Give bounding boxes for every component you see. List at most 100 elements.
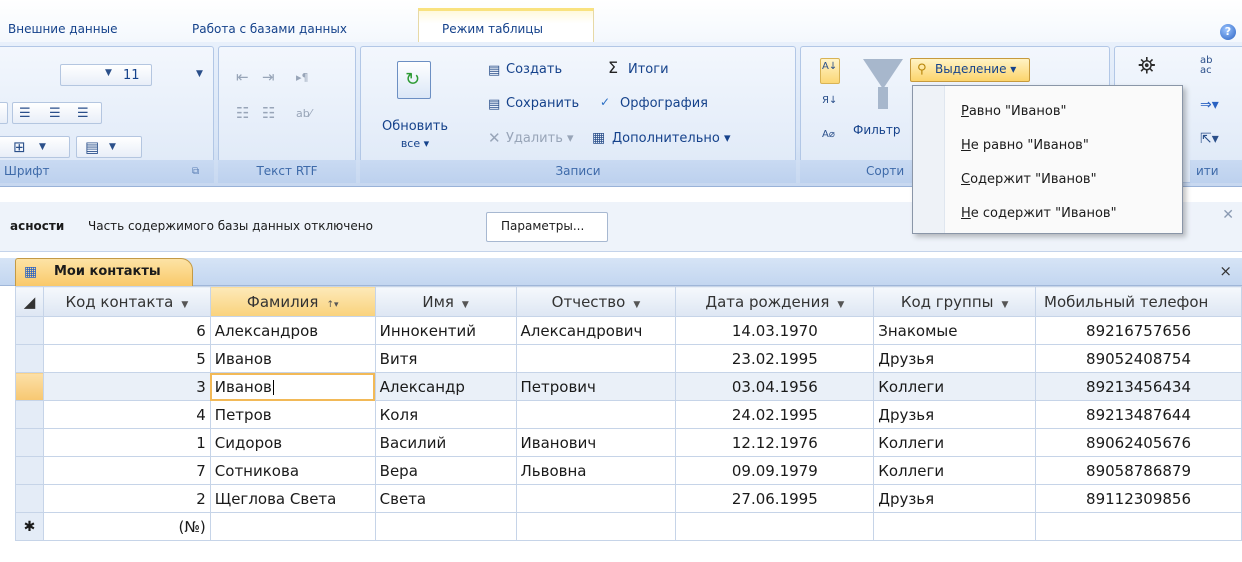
chevron-down-icon[interactable]: ▼ [181,300,188,310]
menu-item-equals[interactable]: Равно "Иванов" [961,104,1066,119]
cell-middle-name[interactable] [515,484,677,513]
menu-item-not-equals[interactable]: Не равно "Иванов" [961,138,1089,153]
chevron-down-icon[interactable]: ▼ [1002,300,1009,310]
cell-id[interactable]: 2 [42,484,211,513]
cell-phone[interactable]: 89213456434 [1035,372,1242,401]
numbered-list-icon[interactable]: ☷ [236,106,249,121]
cell-middle-name[interactable] [515,400,677,429]
chevron-down-icon[interactable]: ▼ [462,300,469,310]
cell-dob[interactable]: 23.02.1995 [675,344,875,373]
column-header-dob[interactable]: Дата рождения ▼ [675,286,875,317]
cell-middle-name[interactable] [515,512,677,541]
bulleted-list-icon[interactable]: ☷ [262,106,275,121]
cell-last-name[interactable]: Сотникова [209,456,376,485]
tab-external-data[interactable]: Внешние данные [8,22,117,42]
column-header-id[interactable]: Код контакта ▼ [42,286,211,317]
highlight-icon[interactable]: ab⁄ [296,108,312,119]
tab-datasheet[interactable]: Режим таблицы [442,22,543,42]
cell-last-name[interactable]: Иванов [209,344,376,373]
more-button[interactable]: Дополнительно ▾ [612,131,730,146]
cell-dob[interactable]: 14.03.1970 [675,316,875,345]
cell-phone[interactable]: 89112309856 [1035,484,1242,513]
refresh-all-button[interactable]: ↻ Обновить все ▾ [372,54,456,154]
clear-sort-icon[interactable]: A⌀ [822,130,835,140]
row-selector[interactable] [15,400,44,429]
row-selector[interactable] [15,344,44,373]
selection-button[interactable]: ⚲ Выделение ▾ [910,58,1030,82]
cell-first-name[interactable]: Василий [374,428,517,457]
cell-group[interactable] [873,512,1037,541]
cell-group[interactable]: Друзья [873,484,1037,513]
cell-id-new[interactable]: (№) [42,512,211,541]
cell-phone[interactable]: 89216757656 [1035,316,1242,345]
menu-item-contains[interactable]: Содержит "Иванов" [961,172,1097,187]
cell-last-name[interactable]: Щеглова Света [209,484,376,513]
column-header-middle-name[interactable]: Отчество ▼ [515,286,677,317]
font-size-select[interactable]: ▼ 11 [60,64,152,86]
cell-first-name[interactable]: Александр [374,372,517,401]
row-selector[interactable] [15,456,44,485]
row-selector[interactable] [15,316,44,345]
chevron-down-icon[interactable]: ▼ [633,300,640,310]
cell-id[interactable]: 1 [42,428,211,457]
column-header-group[interactable]: Код группы ▼ [873,286,1037,317]
decrease-indent-icon[interactable]: ⇤ [236,70,249,85]
cell-group[interactable]: Друзья [873,344,1037,373]
spelling-button[interactable]: Орфография [620,96,708,111]
row-selector[interactable] [15,428,44,457]
options-button[interactable]: Параметры... [486,212,608,242]
cell-group[interactable]: Знакомые [873,316,1037,345]
column-header-last-name[interactable]: Фамилия ↑▾ [209,286,376,317]
cell-phone[interactable]: 89213487644 [1035,400,1242,429]
save-record-button[interactable]: Сохранить [506,96,579,111]
align-left-edge-button[interactable] [0,102,8,124]
cell-first-name[interactable] [374,512,517,541]
cell-group[interactable]: Коллеги [873,456,1037,485]
cell-dob[interactable]: 09.09.1979 [675,456,875,485]
cell-last-name[interactable]: Сидоров [209,428,376,457]
cell-id[interactable]: 4 [42,400,211,429]
cell-phone[interactable]: 89058786879 [1035,456,1242,485]
increase-indent-icon[interactable]: ⇥ [262,70,275,85]
select-all-corner[interactable]: ◢ [15,286,44,317]
alt-row-color-button[interactable]: ▤ ▼ [76,136,142,158]
replace-icon[interactable]: ab ac [1200,56,1212,76]
cell-first-name[interactable]: Витя [374,344,517,373]
sort-descending-icon[interactable]: Я↓ [822,96,837,106]
help-icon[interactable]: ? [1220,24,1236,40]
cell-dob[interactable] [675,512,875,541]
chevron-down-icon[interactable]: ▼ [837,300,844,310]
cell-dob[interactable]: 03.04.1956 [675,372,875,401]
delete-record-button[interactable]: Удалить ▾ [506,131,574,146]
tab-my-contacts[interactable]: ▦ Мои контакты [15,258,193,286]
cell-phone[interactable] [1035,512,1242,541]
sort-ascending-icon[interactable]: ↑▾ [326,300,338,310]
select-icon[interactable]: ⇱▾ [1200,132,1219,146]
new-record-button[interactable]: Создать [506,62,562,77]
cell-id[interactable]: 6 [42,316,211,345]
cell-group[interactable]: Друзья [873,400,1037,429]
cell-id[interactable]: 5 [42,344,211,373]
cell-middle-name[interactable]: Петрович [515,372,677,401]
filter-button[interactable]: Фильтр [852,56,908,152]
cell-middle-name[interactable]: Львовна [515,456,677,485]
close-document-icon[interactable]: × [1219,262,1232,280]
cell-phone[interactable]: 89052408754 [1035,344,1242,373]
totals-button[interactable]: Итоги [628,62,669,77]
cell-dob[interactable]: 12.12.1976 [675,428,875,457]
close-icon[interactable]: ✕ [1222,208,1234,222]
cell-group[interactable]: Коллеги [873,428,1037,457]
align-buttons[interactable]: ☰ ☰ ☰ [12,102,102,124]
sort-ascending-button[interactable]: A↓ [820,58,840,84]
cell-last-name[interactable]: Александров [209,316,376,345]
cell-middle-name[interactable]: Иванович [515,428,677,457]
cell-id[interactable]: 7 [42,456,211,485]
goto-icon[interactable]: ⇒▾ [1200,98,1219,112]
cell-last-name-active[interactable]: Иванов [209,372,376,401]
dialog-launcher-icon[interactable]: ⧉ [192,167,199,177]
row-selector-current[interactable] [15,372,44,401]
column-header-first-name[interactable]: Имя ▼ [374,286,517,317]
font-dropdown-icon[interactable]: ▼ [196,70,203,79]
cell-first-name[interactable]: Иннокентий [374,316,517,345]
new-record-marker[interactable]: ✱ [15,512,44,541]
